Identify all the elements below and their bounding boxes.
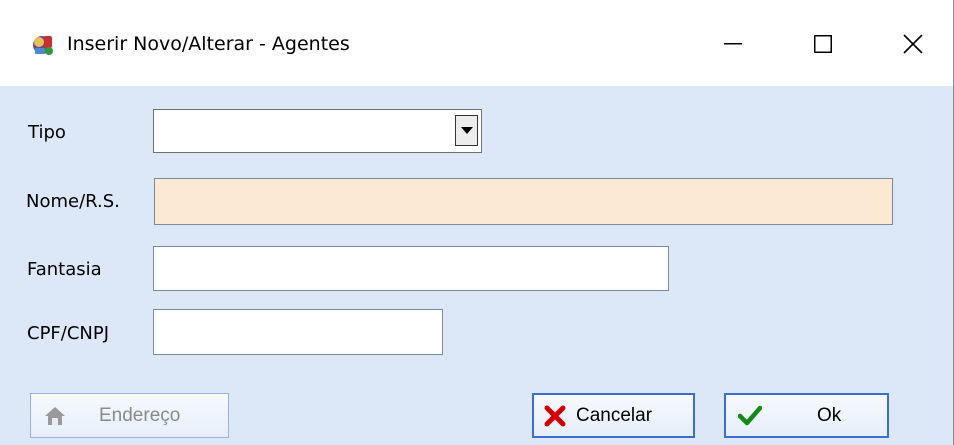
cancel-button[interactable]: Cancelar — [532, 393, 695, 438]
nome-label: Nome/R.S. — [26, 191, 120, 212]
maximize-icon — [814, 35, 832, 53]
app-icon — [29, 30, 57, 58]
minimize-icon — [724, 43, 742, 45]
dropdown-arrow-button[interactable] — [455, 115, 478, 146]
cpf-cnpj-label: CPF/CNPJ — [27, 323, 110, 344]
x-icon — [544, 405, 566, 426]
tipo-label: Tipo — [28, 122, 66, 143]
dialog-window: Inserir Novo/Alterar - Agentes Tipo Nome… — [0, 0, 954, 445]
nome-input[interactable] — [155, 179, 892, 224]
chevron-down-icon — [460, 126, 473, 134]
fantasia-field[interactable] — [153, 246, 669, 291]
check-icon — [738, 405, 762, 425]
maximize-button[interactable] — [803, 24, 843, 64]
ok-button-label: Ok — [817, 404, 842, 426]
house-icon — [45, 406, 65, 425]
endereco-button[interactable]: Endereço — [30, 393, 229, 438]
cpf-cnpj-field[interactable] — [153, 309, 443, 355]
fantasia-label: Fantasia — [27, 259, 102, 280]
ok-button[interactable]: Ok — [724, 393, 889, 438]
fantasia-input[interactable] — [154, 247, 668, 290]
tipo-select[interactable] — [153, 109, 482, 153]
title-bar[interactable]: Inserir Novo/Alterar - Agentes — [0, 0, 953, 86]
cancel-button-label: Cancelar — [576, 404, 653, 426]
endereco-button-label: Endereço — [99, 404, 181, 426]
cpf-cnpj-input[interactable] — [154, 310, 442, 354]
close-icon — [903, 34, 923, 54]
close-button[interactable] — [893, 24, 933, 64]
minimize-button[interactable] — [713, 24, 753, 64]
nome-field[interactable] — [154, 178, 893, 225]
window-title: Inserir Novo/Alterar - Agentes — [67, 33, 350, 55]
